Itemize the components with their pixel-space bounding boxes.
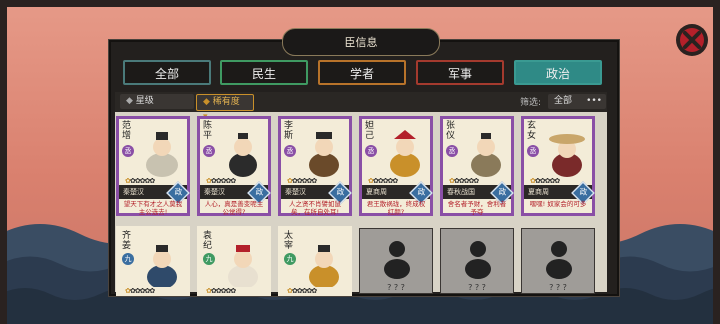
minister-name: 齐姜 — [122, 231, 132, 251]
tab-label: 军事 — [447, 67, 472, 81]
tab-all[interactable]: 全部 — [123, 60, 211, 85]
minister-card[interactable]: 齐姜 九 ✿✿✿✿✿✿ — [116, 226, 190, 296]
minister-name: 范增 — [122, 121, 132, 141]
minister-quote: 嘿嘿! 奴家会的可多 — [529, 200, 587, 208]
sort-rarity-label: 稀有度 — [212, 97, 240, 107]
tab-label: 民生 — [251, 67, 276, 81]
minister-card[interactable]: 李斯 丞 ✿✿✿✿✿✿ 秦楚汉 政 人之贤不肖譬如鼠矣，在所自处耳! — [278, 116, 352, 216]
sort-star-label: 星级 — [135, 96, 154, 106]
minister-portrait — [228, 245, 258, 287]
locked-label: ? ? ? — [468, 283, 486, 292]
silhouette-icon — [546, 241, 572, 279]
ellipsis-icon[interactable]: ••• — [586, 94, 602, 109]
minister-card[interactable]: 陈平 丞 ✿✿✿✿✿✿ 秦楚汉 政 人心，真是善变呢主公觉得? — [197, 116, 271, 216]
close-icon[interactable] — [672, 20, 712, 60]
locked-card[interactable]: ? ? ? — [440, 228, 514, 294]
locked-label: ? ? ? — [387, 283, 405, 292]
tab-scholar[interactable]: 学者 — [318, 60, 406, 85]
star-rating: ✿✿✿✿✿✿ — [125, 177, 155, 185]
star-rating: ✿✿✿✿✿✿ — [125, 287, 155, 295]
tab-label: 学者 — [349, 67, 374, 81]
tab-label: 全部 — [154, 67, 179, 81]
panel-title: 臣信息 — [344, 36, 378, 49]
star-rating: ✿✿✿✿✿✿ — [530, 177, 560, 185]
rank-badge: 丞 — [203, 145, 215, 157]
minister-portrait — [549, 134, 585, 177]
minister-portrait — [390, 130, 420, 177]
minister-name: 太宰 — [284, 231, 294, 251]
star-rating: ✿✿✿✿✿✿ — [206, 287, 236, 295]
sort-icon: ◆ — [203, 97, 213, 107]
sort-star-button[interactable]: ◆ 星级 — [120, 94, 194, 109]
star-rating: ✿✿✿✿✿✿ — [287, 287, 317, 295]
minister-quote: 人之贤不肖譬如鼠矣，在所自处耳! — [289, 200, 341, 216]
minister-card[interactable]: 袁纪 九 ✿✿✿✿✿✿ — [197, 226, 271, 296]
locked-card[interactable]: ? ? ? — [521, 228, 595, 294]
minister-card[interactable]: 范增 丞 ✿✿✿✿✿✿ 秦楚汉 政 望天下有才之人莫我主公选去! — [116, 116, 190, 216]
frame-top — [0, 0, 720, 7]
rank-badge: 九 — [122, 253, 134, 265]
star-rating: ✿✿✿✿✿✿ — [368, 177, 398, 185]
minister-card[interactable]: 张仪 丞 ✿✿✿✿✿✿ 春秋战国 政 舍名者予财，舍利者予夺 — [440, 116, 514, 216]
minister-quote: 望天下有才之人莫我主公选去! — [123, 200, 183, 216]
minister-name: 李斯 — [284, 121, 294, 141]
rank-badge: 丞 — [365, 145, 377, 157]
minister-card[interactable]: 太宰 九 ✿✿✿✿✿✿ — [278, 226, 352, 296]
rank-badge: 九 — [284, 253, 296, 265]
minister-name: 玄女 — [527, 121, 537, 141]
tab-military[interactable]: 军事 — [416, 60, 504, 85]
filter-dropdown[interactable]: 全部 ••• — [548, 94, 606, 109]
sort-rarity-button[interactable]: ◆ 稀有度 ▾ — [196, 94, 254, 122]
minister-card[interactable]: 玄女 丞 ✿✿✿✿✿✿ 夏商周 政 嘿嘿! 奴家会的可多 — [521, 116, 595, 216]
rank-badge: 丞 — [527, 145, 539, 157]
minister-portrait — [229, 133, 257, 177]
rank-badge: 丞 — [122, 145, 134, 157]
tab-label: 政治 — [545, 67, 570, 81]
minister-name: 妲己 — [365, 121, 375, 141]
star-rating: ✿✿✿✿✿✿ — [287, 177, 317, 185]
star-rating: ✿✿✿✿✿✿ — [206, 177, 236, 185]
silhouette-icon — [465, 241, 491, 279]
tab-livelihood[interactable]: 民生 — [220, 60, 308, 85]
minister-name: 袁纪 — [203, 231, 213, 251]
minister-quote: 人心，真是善变呢主公觉得? — [204, 200, 264, 216]
tab-politics[interactable]: 政治 — [514, 60, 602, 85]
locked-card[interactable]: ? ? ? — [359, 228, 433, 294]
minister-quote: 舍名者予财，舍利者予夺 — [447, 200, 507, 216]
minister-portrait — [471, 133, 501, 177]
locked-label: ? ? ? — [549, 283, 567, 292]
sort-icon: ◆ — [126, 96, 136, 106]
silhouette-icon — [384, 241, 410, 279]
minister-portrait — [146, 132, 178, 177]
filter-value: 全部 — [554, 96, 573, 106]
minister-quote: 君王散祸珑，终成权红颜? — [366, 200, 426, 216]
minister-name: 陈平 — [203, 121, 213, 141]
rank-badge: 丞 — [446, 145, 458, 157]
filter-label: 筛选: — [520, 98, 542, 108]
star-rating: ✿✿✿✿✿✿ — [449, 177, 479, 185]
rank-badge: 九 — [203, 253, 215, 265]
minister-name: 张仪 — [446, 121, 456, 141]
frame-left — [0, 0, 7, 324]
minister-portrait — [309, 245, 339, 287]
minister-card[interactable]: 妲己 丞 ✿✿✿✿✿✿ 夏商周 政 君王散祸珑，终成权红颜? — [359, 116, 433, 216]
title-plate: 臣信息 — [282, 28, 440, 56]
frame-right — [713, 0, 720, 324]
minister-portrait — [147, 245, 177, 287]
rank-badge: 丞 — [284, 145, 296, 157]
minister-portrait — [309, 132, 339, 177]
